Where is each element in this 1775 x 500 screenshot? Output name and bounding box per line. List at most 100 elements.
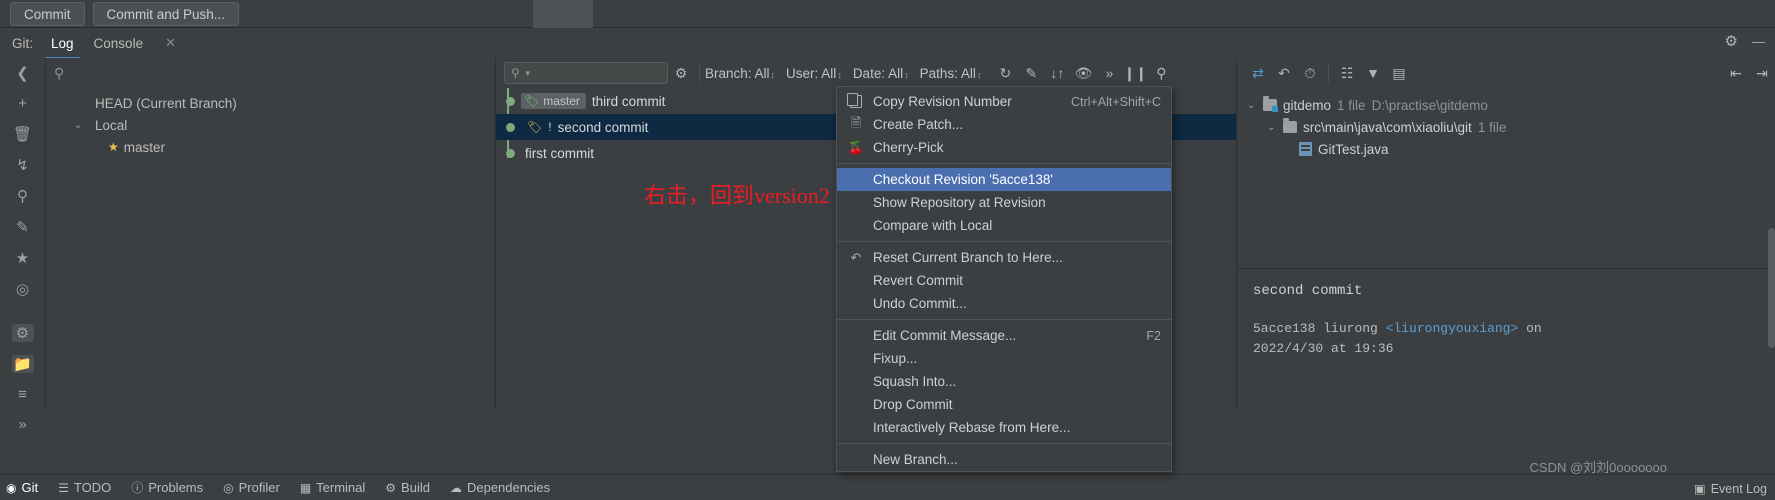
menu-item-label: Cherry-Pick (873, 140, 944, 155)
status-tab-label: Profiler (238, 480, 280, 495)
branch-search-input[interactable] (70, 65, 451, 81)
status-tab-problems[interactable]: ⓘ Problems (131, 479, 203, 496)
favorite-icon[interactable]: ★ (12, 249, 34, 267)
eye-icon[interactable]: 👁 (1070, 61, 1096, 85)
menu-item-cherry-pick[interactable]: 🍒 Cherry-Pick (837, 136, 1171, 159)
menu-item-fixup[interactable]: Fixup... (837, 347, 1171, 370)
edit-rail-icon[interactable]: ✎ (12, 218, 34, 236)
filter-branch-label: Branch: All (705, 65, 770, 81)
changes-toolbar: ⇄ ↶ ⏱ ☷ ▼ ▤ ⇤ ⇥ (1237, 58, 1775, 88)
menu-item-undo-commit[interactable]: Undo Commit... (837, 292, 1171, 315)
overflow-rail-icon[interactable]: » (12, 416, 34, 433)
repository-name: gitdemo (1283, 97, 1332, 113)
menu-item-label: Undo Commit... (873, 296, 967, 311)
chevron-down-icon: ↕ (770, 69, 776, 80)
filter-user[interactable]: User: All↕ (786, 66, 842, 81)
blank-icon (847, 296, 865, 311)
tree-node-file[interactable]: GitTest.java (1237, 138, 1775, 160)
filter-branch[interactable]: Branch: All↕ (705, 66, 775, 81)
menu-item-compare-with-local[interactable]: Compare with Local (837, 214, 1171, 237)
pause-icon[interactable]: ❙❙ (1122, 61, 1148, 85)
tree-node-repository[interactable]: ⌄ gitdemo 1 file D:\practise\gitdemo (1237, 94, 1775, 116)
branch-item-local[interactable]: ⌄ Local (46, 114, 495, 136)
gear-icon[interactable]: ⚙ (1725, 32, 1738, 50)
menu-item-shortcut: F2 (1146, 328, 1161, 343)
menu-item-interactively-rebase-from-here[interactable]: Interactively Rebase from Here... (837, 416, 1171, 439)
log-settings-gear-icon[interactable]: ⚙ (668, 61, 694, 85)
status-tab-profiler[interactable]: ◎ Profiler (223, 480, 280, 495)
branch-icon[interactable]: ↯ (12, 156, 34, 174)
branch-item-head[interactable]: HEAD (Current Branch) (46, 92, 495, 114)
menu-item-create-patch[interactable]: 🗎 Create Patch... (837, 113, 1171, 136)
branch-item-master[interactable]: ★ master (46, 136, 495, 158)
branch-search-row[interactable]: ⚲ (46, 58, 495, 88)
tree-node-package[interactable]: ⌄ src\main\java\com\xiaoliu\git 1 file (1237, 116, 1775, 138)
search-icon: ⚲ (54, 64, 65, 81)
status-tab-git[interactable]: ◉ Git (6, 480, 38, 495)
group-by-icon[interactable]: ☷ (1334, 61, 1360, 85)
history-icon[interactable]: ⏱ (1297, 61, 1323, 85)
refresh-icon[interactable]: ↻ (992, 61, 1018, 85)
status-tab-label: Terminal (316, 480, 366, 495)
status-tab-terminal[interactable]: ▦ Terminal (300, 480, 365, 495)
menu-item-copy-revision-number[interactable]: Copy Revision Number Ctrl+Alt+Shift+C (837, 90, 1171, 113)
settings-rail-icon[interactable]: ⚙ (11, 324, 34, 342)
filter-paths[interactable]: Paths: All↕ (920, 66, 982, 81)
delete-icon[interactable]: 🗑 (12, 125, 34, 143)
menu-item-new-branch[interactable]: New Branch... (837, 448, 1171, 471)
menu-item-drop-commit[interactable]: Drop Commit (837, 393, 1171, 416)
close-icon[interactable]: ✕ (165, 35, 176, 51)
menu-item-label: Reset Current Branch to Here... (873, 250, 1063, 265)
add-icon[interactable]: + (12, 95, 34, 112)
menu-item-squash-into[interactable]: Squash Into... (837, 370, 1171, 393)
diff-icon[interactable]: ⇄ (1245, 61, 1271, 85)
commit-message: second commit (557, 119, 649, 135)
collapse-all-icon[interactable]: ⇥ (1749, 61, 1775, 85)
filter-date[interactable]: Date: All↕ (853, 66, 909, 81)
branch-master-label: master (123, 139, 166, 155)
paint-icon[interactable]: ✎ (1018, 61, 1044, 85)
expand-all-icon[interactable]: ⇤ (1723, 61, 1749, 85)
menu-item-reset-current-branch-to-here[interactable]: ↶ Reset Current Branch to Here... (837, 246, 1171, 269)
menu-separator (837, 319, 1171, 320)
menu-item-revert-commit[interactable]: Revert Commit (837, 269, 1171, 292)
status-tab-dependencies[interactable]: ☁ Dependencies (450, 480, 550, 495)
git-tool-window-header: Git: Log Console ✕ ⚙ — (0, 28, 1775, 59)
menu-item-show-repository-at-revision[interactable]: Show Repository at Revision (837, 191, 1171, 214)
cherry-pick-icon: 🍒 (847, 139, 865, 155)
back-arrow-icon[interactable]: ❮ (12, 64, 34, 82)
minimize-icon[interactable]: — (1752, 34, 1765, 49)
patch-icon: 🗎 (850, 114, 862, 130)
tag-icon: 🏷 (524, 94, 540, 108)
folder-rail-icon[interactable]: 📁 (11, 355, 34, 373)
status-tab-build[interactable]: ⚙ Build (385, 480, 430, 495)
search-rail-icon[interactable]: ⚲ (12, 187, 34, 205)
menu-item-edit-commit-message[interactable]: Edit Commit Message... F2 (837, 324, 1171, 347)
menu-item-checkout-revision[interactable]: Checkout Revision '5acce138' (837, 168, 1171, 191)
sort-icon[interactable]: ↓↑ (1044, 61, 1070, 85)
package-path: src\main\java\com\xiaoliu\git (1303, 119, 1472, 135)
status-tab-todo[interactable]: ☰ TODO (58, 480, 111, 495)
scrollbar-thumb[interactable] (1768, 228, 1775, 348)
menu-separator (837, 443, 1171, 444)
overflow-icon[interactable]: » (1096, 61, 1122, 85)
target-icon[interactable]: ◎ (12, 280, 34, 298)
git-icon: ◉ (6, 480, 17, 495)
revert-icon[interactable]: ↶ (1271, 61, 1297, 85)
folder-icon (1263, 96, 1278, 112)
commit-author-email[interactable]: <liurongyouxiang> (1386, 321, 1519, 336)
branch-local-label: Local (95, 117, 128, 133)
log-search-input[interactable] (535, 66, 656, 80)
event-log-button[interactable]: ▣ Event Log (1694, 481, 1767, 497)
package-file-count: 1 file (1477, 119, 1507, 135)
find-icon[interactable]: ⚲ (1148, 61, 1174, 85)
log-search-box[interactable]: ⚲ ▼ (504, 62, 668, 84)
filter-icon[interactable]: ▼ (1360, 61, 1386, 85)
tab-console[interactable]: Console (92, 32, 146, 55)
layout-icon[interactable]: ▤ (1386, 61, 1412, 85)
collapse-rail-icon[interactable]: ≡ (12, 386, 34, 403)
branch-tag-master[interactable]: 🏷 master (521, 93, 586, 109)
commit-button[interactable]: Commit (10, 1, 85, 26)
commit-and-push-button[interactable]: Commit and Push... (92, 1, 240, 26)
tab-log[interactable]: Log (45, 32, 80, 59)
